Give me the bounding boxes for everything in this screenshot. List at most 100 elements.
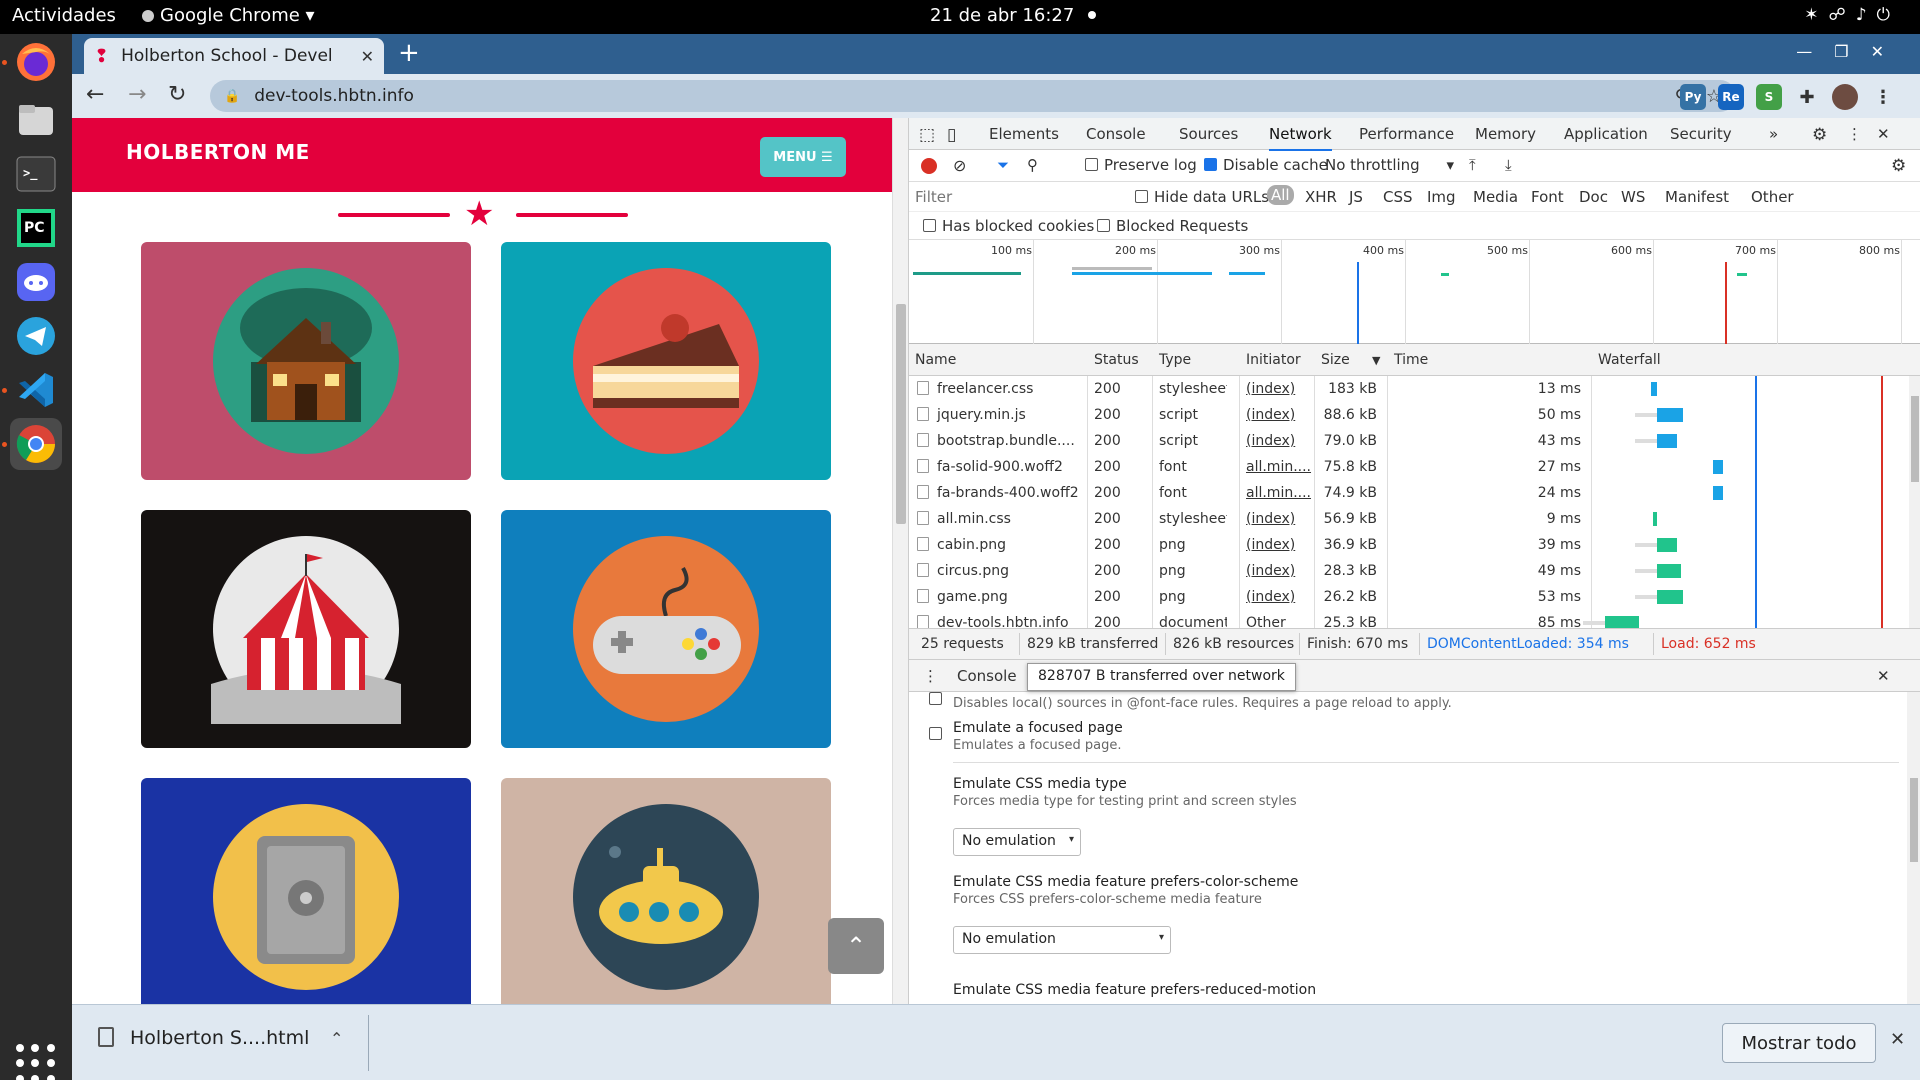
color-scheme-select[interactable]: No emulation ▾ bbox=[953, 926, 1171, 954]
power-icon[interactable]: ⏻ bbox=[1877, 5, 1900, 25]
tab-elements[interactable]: Elements bbox=[989, 125, 1059, 143]
reload-button[interactable]: ↻ bbox=[168, 82, 186, 107]
rendering-scrollbar[interactable] bbox=[1907, 692, 1920, 1004]
network-icon[interactable]: ☍ bbox=[1828, 5, 1855, 25]
tab-network[interactable]: Network bbox=[1269, 125, 1332, 151]
script-extension-icon[interactable]: S bbox=[1756, 84, 1782, 110]
terminal-icon[interactable]: >_ bbox=[10, 148, 62, 200]
system-tray[interactable]: ✶☍♪⏻ bbox=[1804, 5, 1900, 25]
close-drawer-icon[interactable]: ✕ bbox=[1877, 667, 1890, 685]
emulate-focused-page-checkbox[interactable] bbox=[929, 727, 942, 740]
chrome-menu-icon[interactable]: ⋮ bbox=[1870, 84, 1896, 110]
type-filter-css[interactable]: CSS bbox=[1383, 188, 1413, 206]
table-row[interactable]: freelancer.css 200 stylesheet (index) 183 kB… bbox=[909, 376, 1920, 402]
type-filter-manifest[interactable]: Manifest bbox=[1665, 188, 1729, 206]
checkbox-unchecked-icon[interactable] bbox=[929, 692, 942, 705]
table-row[interactable]: cabin.png 200 png (index) 36.9 kB 39 ms bbox=[909, 532, 1920, 558]
files-icon[interactable] bbox=[10, 94, 62, 146]
discord-icon[interactable] bbox=[10, 256, 62, 308]
close-download-bar-icon[interactable]: ✕ bbox=[1890, 1029, 1905, 1050]
hide-data-urls-checkbox[interactable]: Hide data URLs bbox=[1135, 188, 1269, 206]
tab-sources[interactable]: Sources bbox=[1179, 125, 1238, 143]
requests-scrollbar[interactable] bbox=[1909, 376, 1920, 628]
request-initiator[interactable]: (index) bbox=[1246, 511, 1314, 527]
request-initiator[interactable]: (index) bbox=[1246, 537, 1314, 553]
menu-button[interactable]: MENU ☰ bbox=[760, 137, 846, 177]
tab-performance[interactable]: Performance bbox=[1359, 125, 1454, 143]
search-icon[interactable]: ⚲ bbox=[1027, 156, 1038, 174]
type-filter-ws[interactable]: WS bbox=[1621, 188, 1645, 206]
column-header-size[interactable]: Size bbox=[1321, 352, 1350, 368]
close-devtools-icon[interactable]: ✕ bbox=[1877, 125, 1890, 143]
re-extension-icon[interactable]: Re bbox=[1718, 84, 1744, 110]
close-tab-icon[interactable]: ✕ bbox=[361, 47, 374, 66]
lock-icon[interactable]: 🔒 bbox=[224, 89, 240, 104]
app-menu[interactable]: Google Chrome ▾ bbox=[142, 5, 315, 26]
tab-security[interactable]: Security bbox=[1670, 125, 1732, 143]
request-initiator[interactable]: (index) bbox=[1246, 589, 1314, 605]
disable-cache-checkbox[interactable]: Disable cache bbox=[1204, 156, 1328, 174]
forward-button[interactable]: → bbox=[128, 82, 146, 107]
devtools-menu-icon[interactable]: ⋮ bbox=[1847, 125, 1862, 143]
column-header-type[interactable]: Type bbox=[1159, 352, 1191, 368]
vscode-icon[interactable] bbox=[10, 364, 62, 416]
type-filter-all[interactable]: All bbox=[1267, 185, 1294, 205]
table-row[interactable]: dev-tools.hbtn.info 200 document Other 25.3 … bbox=[909, 610, 1920, 628]
chrome-icon[interactable] bbox=[10, 418, 62, 470]
minimize-icon[interactable]: — bbox=[1796, 42, 1834, 61]
devtools-settings-icon[interactable]: ⚙ bbox=[1812, 125, 1827, 145]
scroll-to-top-button[interactable]: ⌃ bbox=[828, 918, 884, 974]
inspect-element-icon[interactable]: ⬚ bbox=[919, 125, 935, 145]
record-icon[interactable] bbox=[921, 158, 937, 174]
request-initiator[interactable]: (index) bbox=[1246, 433, 1314, 449]
type-filter-other[interactable]: Other bbox=[1751, 188, 1794, 206]
table-row[interactable]: all.min.css 200 stylesheet (index) 56.9 kB 9 … bbox=[909, 506, 1920, 532]
drawer-tab-console[interactable]: Console bbox=[957, 667, 1017, 685]
table-row[interactable]: bootstrap.bundle.... 200 script (index) 79.0… bbox=[909, 428, 1920, 454]
column-header-status[interactable]: Status bbox=[1094, 352, 1139, 368]
new-tab-button[interactable]: + bbox=[398, 38, 420, 68]
type-filter-media[interactable]: Media bbox=[1473, 188, 1518, 206]
request-initiator[interactable]: all.min.... bbox=[1246, 459, 1314, 475]
portfolio-card-submarine[interactable] bbox=[501, 778, 831, 1004]
extensions-puzzle-icon[interactable]: ✚ bbox=[1794, 84, 1820, 110]
show-all-downloads-button[interactable]: Mostrar todo bbox=[1722, 1023, 1876, 1063]
browser-tab[interactable]: ❢ Holberton School - Devel ✕ bbox=[84, 38, 384, 74]
column-header-name[interactable]: Name bbox=[915, 352, 956, 368]
activities-button[interactable]: Actividades bbox=[12, 5, 116, 26]
summary-transferred[interactable]: 829 kB transferred bbox=[1027, 636, 1158, 652]
table-row[interactable]: jquery.min.js 200 script (index) 88.6 kB 50 m… bbox=[909, 402, 1920, 428]
back-button[interactable]: ← bbox=[86, 82, 104, 107]
type-filter-js[interactable]: JS bbox=[1349, 188, 1363, 206]
filter-icon[interactable]: ⏷ bbox=[997, 156, 1009, 174]
device-toolbar-icon[interactable]: ▯ bbox=[947, 125, 956, 145]
tab-console[interactable]: Console bbox=[1086, 125, 1146, 143]
network-overview-timeline[interactable]: 100 ms 200 ms 300 ms 400 ms 500 ms 600 m… bbox=[909, 240, 1920, 344]
type-filter-font[interactable]: Font bbox=[1531, 188, 1564, 206]
table-row[interactable]: fa-solid-900.woff2 200 font all.min.... 75.8… bbox=[909, 454, 1920, 480]
telegram-icon[interactable] bbox=[10, 310, 62, 362]
column-header-waterfall[interactable]: Waterfall bbox=[1598, 352, 1661, 368]
address-bar[interactable]: 🔒 dev-tools.hbtn.info ⚲ ☆ bbox=[210, 80, 1736, 112]
column-header-time[interactable]: Time bbox=[1394, 352, 1428, 368]
throttling-select[interactable]: No throttling ▾ bbox=[1325, 156, 1454, 174]
chevron-up-icon[interactable]: ⌃ bbox=[330, 1029, 343, 1048]
type-filter-doc[interactable]: Doc bbox=[1579, 188, 1608, 206]
tab-application[interactable]: Application bbox=[1564, 125, 1648, 143]
blocked-requests-checkbox[interactable]: Blocked Requests bbox=[1097, 217, 1248, 235]
clock[interactable]: 21 de abr 16:27 bbox=[930, 5, 1097, 26]
close-window-icon[interactable]: ✕ bbox=[1871, 42, 1906, 61]
media-type-select[interactable]: No emulation ▾ bbox=[953, 828, 1081, 856]
request-initiator[interactable]: (index) bbox=[1246, 563, 1314, 579]
request-initiator[interactable]: (index) bbox=[1246, 381, 1314, 397]
portfolio-card-cabin[interactable] bbox=[141, 242, 471, 480]
import-har-icon[interactable]: ⤒ bbox=[1469, 156, 1476, 174]
tab-memory[interactable]: Memory bbox=[1475, 125, 1536, 143]
portfolio-card-safe[interactable] bbox=[141, 778, 471, 1004]
request-initiator[interactable]: Other bbox=[1246, 615, 1314, 628]
request-initiator[interactable]: all.min.... bbox=[1246, 485, 1314, 501]
portfolio-card-circus[interactable] bbox=[141, 510, 471, 748]
download-item[interactable]: Holberton S....html bbox=[98, 1027, 309, 1049]
show-applications-icon[interactable] bbox=[16, 1044, 56, 1080]
filter-input[interactable] bbox=[911, 185, 1117, 209]
